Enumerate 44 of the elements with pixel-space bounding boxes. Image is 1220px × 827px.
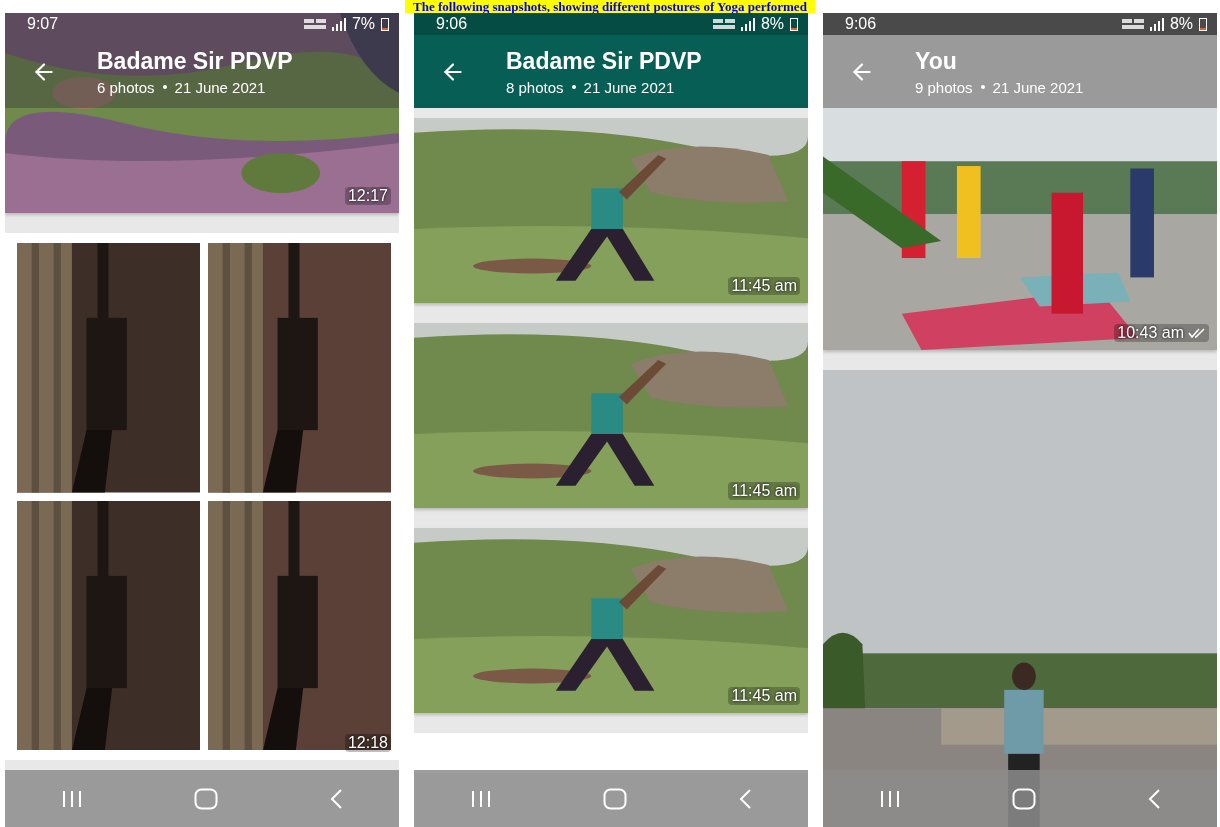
home-icon[interactable] xyxy=(1012,787,1036,810)
double-check-icon xyxy=(1188,327,1206,339)
chat-title: Badame Sir PDVP xyxy=(506,47,702,75)
caption-text: The following snapshots, showing different postures of Yoga performed xyxy=(405,0,815,13)
media-date: 21 June 2021 xyxy=(992,78,1084,96)
network-signal-icon xyxy=(712,17,755,31)
home-icon[interactable] xyxy=(194,787,218,810)
battery-icon xyxy=(381,17,389,31)
chat-title: Badame Sir PDVP xyxy=(97,47,293,75)
media-date: 21 June 2021 xyxy=(174,78,266,96)
separator-dot-icon xyxy=(571,85,576,89)
separator-dot-icon xyxy=(162,85,167,89)
recent-apps-icon[interactable] xyxy=(60,789,83,808)
back-nav-icon[interactable] xyxy=(329,787,344,810)
media-date: 21 June 2021 xyxy=(583,78,675,96)
recent-apps-icon[interactable] xyxy=(469,789,492,808)
photo-album-card[interactable]: 12:18 xyxy=(5,233,399,760)
photo-count: 9 photos xyxy=(915,78,973,96)
network-signal-icon xyxy=(303,17,346,31)
message-time: 11:45 am xyxy=(728,687,800,705)
battery-level: 7% xyxy=(351,15,375,33)
message-time: 12:17 xyxy=(344,187,391,205)
battery-icon xyxy=(790,17,798,31)
status-time: 9:07 xyxy=(27,15,59,33)
photo-count: 6 photos xyxy=(97,78,155,96)
message-time: 11:45 am xyxy=(728,482,800,500)
photo-message[interactable]: 11:45 am xyxy=(414,323,808,508)
message-time: 11:45 am xyxy=(728,277,800,295)
network-signal-icon xyxy=(1121,17,1164,31)
home-icon[interactable] xyxy=(603,787,627,810)
status-time: 9:06 xyxy=(845,15,877,33)
separator-dot-icon xyxy=(980,85,985,89)
chat-title: You xyxy=(915,47,958,75)
recent-apps-icon[interactable] xyxy=(878,789,901,808)
message-time: 12:18 xyxy=(344,734,391,752)
photo-message[interactable]: 11:45 am xyxy=(414,528,808,713)
back-nav-icon[interactable] xyxy=(1147,787,1162,810)
battery-level: 8% xyxy=(1169,15,1193,33)
photo-count: 8 photos xyxy=(506,78,564,96)
battery-icon xyxy=(1199,17,1207,31)
battery-level: 8% xyxy=(760,15,784,33)
back-nav-icon[interactable] xyxy=(738,787,753,810)
status-time: 9:06 xyxy=(436,15,468,33)
photo-message[interactable]: 11:45 am xyxy=(414,118,808,303)
